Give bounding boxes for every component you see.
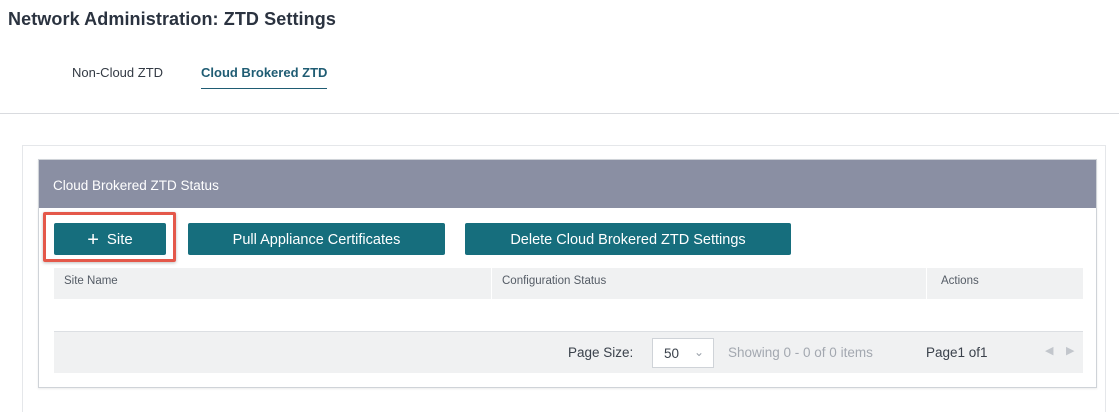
page-size-select[interactable]: 50 ⌄	[652, 338, 714, 368]
chevron-left-icon[interactable]: ◀	[1045, 344, 1053, 357]
page-size-value: 50	[664, 346, 680, 361]
plus-icon: +	[87, 229, 99, 251]
add-site-button[interactable]: + Site	[54, 223, 166, 255]
column-header-configuration-status[interactable]: Configuration Status	[491, 268, 925, 299]
tab-cloud-brokered-ztd[interactable]: Cloud Brokered ZTD	[201, 65, 328, 89]
page-size-label: Page Size:	[568, 345, 634, 360]
column-header-actions: Actions	[926, 268, 1083, 299]
chevron-right-icon[interactable]: ▶	[1066, 344, 1074, 357]
pull-appliance-certificates-button[interactable]: Pull Appliance Certificates	[188, 223, 445, 255]
tab-non-cloud-ztd[interactable]: Non-Cloud ZTD	[72, 65, 163, 89]
pagination-bar: Page Size: 50 ⌄ Showing 0 - 0 of 0 items…	[54, 331, 1083, 373]
column-header-site-name[interactable]: Site Name	[54, 268, 490, 299]
panel-header: Cloud Brokered ZTD Status	[39, 160, 1096, 208]
add-site-label: Site	[106, 231, 133, 248]
table-header: Site Name Configuration Status Actions	[54, 268, 1083, 299]
page-title: Network Administration: ZTD Settings	[8, 9, 336, 29]
page-info-text: Page1 of1	[926, 345, 988, 360]
delete-cloud-brokered-ztd-settings-button[interactable]: Delete Cloud Brokered ZTD Settings	[465, 223, 791, 255]
items-count-text: Showing 0 - 0 of 0 items	[728, 345, 873, 360]
tab-bar: Non-Cloud ZTD Cloud Brokered ZTD	[0, 62, 1119, 114]
cloud-brokered-status-panel: Cloud Brokered ZTD Status + Site Pull App…	[38, 159, 1097, 388]
chevron-down-icon: ⌄	[693, 345, 704, 359]
